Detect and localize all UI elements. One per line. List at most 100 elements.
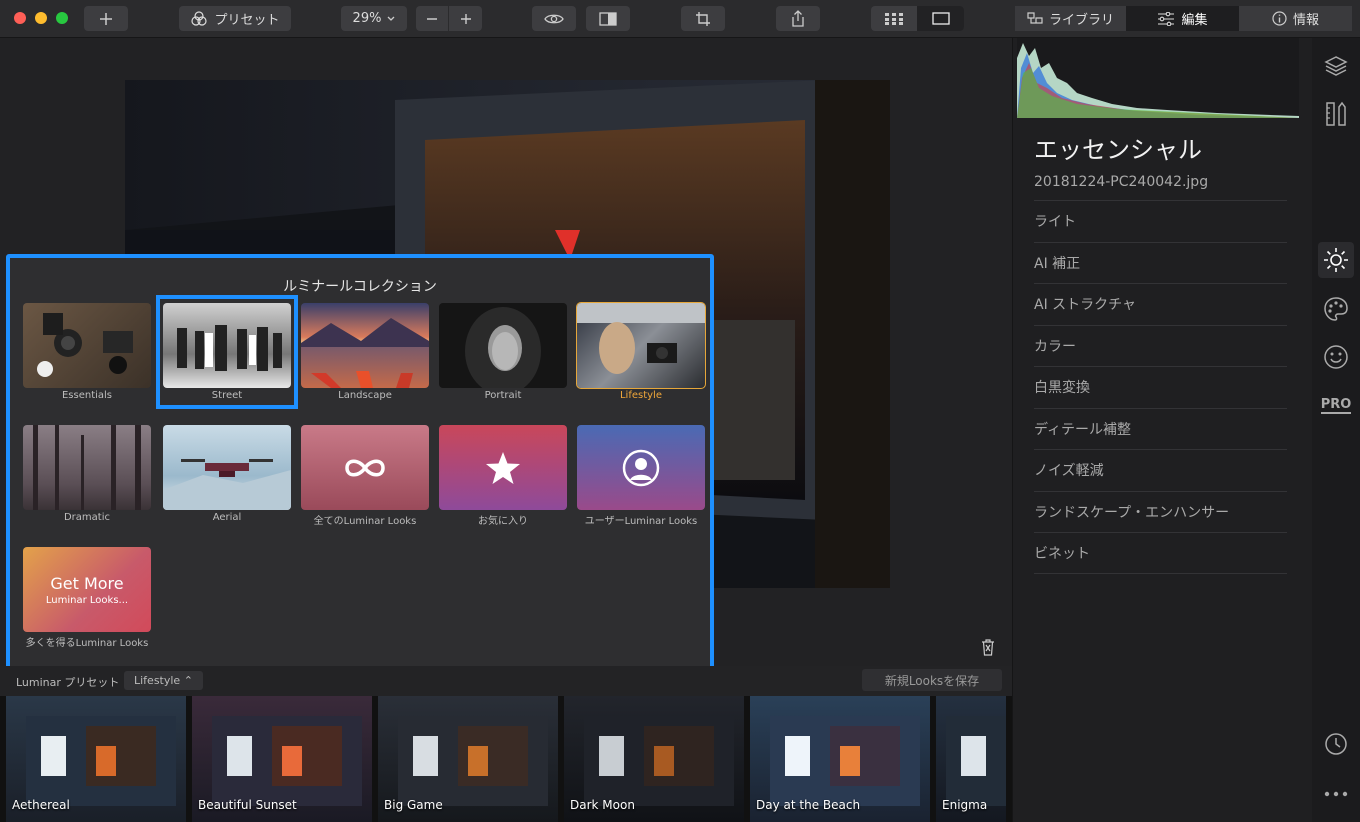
preset-thumbnail-beautiful-sunset[interactable]: Beautiful Sunset — [192, 696, 372, 822]
grid-view-button[interactable] — [871, 6, 917, 31]
eye-icon — [544, 14, 564, 23]
crop-button[interactable] — [681, 6, 725, 31]
infinity-icon — [345, 459, 385, 476]
preview-button[interactable] — [532, 6, 576, 31]
preset-thumbnail-enigma[interactable]: Enigma — [936, 696, 1006, 822]
tab-library[interactable]: ライブラリ — [1015, 6, 1126, 31]
tile-label: Lifestyle — [619, 390, 662, 401]
tool-sidebar: PRO — [1312, 38, 1360, 822]
section-vignette[interactable]: ビネット — [1034, 532, 1287, 574]
tile-label: お気に入り — [478, 516, 528, 527]
section-landscape-enhancer[interactable]: ランドスケープ・エンハンサー — [1034, 490, 1287, 533]
library-icon — [1027, 11, 1043, 24]
look-tile-aerial[interactable]: Aerial — [163, 425, 291, 523]
section-color[interactable]: カラー — [1034, 324, 1287, 367]
preset-name: Day at the Beach — [756, 798, 861, 812]
share-button[interactable] — [776, 6, 820, 31]
save-looks-button[interactable]: 新規Looksを保存 — [862, 669, 1002, 691]
look-tile-get-more[interactable]: Get More Luminar Looks... 多くを得るLuminar L… — [23, 547, 151, 649]
tile-label: ユーザーLuminar Looks — [584, 516, 698, 527]
tab-edit[interactable]: 編集 — [1126, 6, 1239, 31]
look-tile-favorites[interactable]: お気に入り — [439, 425, 567, 527]
plus-icon — [100, 12, 112, 25]
layers-button[interactable] — [1318, 48, 1354, 84]
preset-thumbnail-aethereal[interactable]: Aethereal — [6, 696, 186, 822]
zoom-stepper — [416, 6, 482, 31]
look-tile-lifestyle[interactable]: Lifestyle — [576, 302, 706, 401]
panel-title: エッセンシャル — [1034, 136, 1202, 164]
palette-icon — [1324, 297, 1348, 321]
presets-icon — [191, 10, 208, 26]
all-looks-thumbnail — [301, 425, 429, 510]
maximize-window-button[interactable] — [56, 12, 68, 24]
layers-icon — [1324, 56, 1348, 76]
preset-name: Aethereal — [12, 798, 70, 812]
get-more-subtitle: Luminar Looks... — [45, 594, 129, 606]
histogram — [1017, 38, 1299, 118]
look-tile-essentials[interactable]: Essentials — [23, 303, 151, 401]
single-image-icon — [931, 12, 950, 25]
tab-library-label: ライブラリ — [1048, 13, 1114, 28]
tile-label: 多くを得るLuminar Looks — [25, 638, 149, 649]
toolbar: プリセット 29% ライブラリ 編集 情報 — [0, 0, 1360, 38]
preset-name: Enigma — [942, 798, 988, 812]
tile-label: Portrait — [484, 390, 522, 401]
minimize-window-button[interactable] — [35, 12, 47, 24]
plus-icon — [460, 13, 471, 24]
get-more-title: Get More — [50, 573, 124, 593]
portrait-button[interactable] — [1318, 339, 1354, 375]
preset-thumbnail-dark-moon[interactable]: Dark Moon — [564, 696, 744, 822]
sliders-icon — [1158, 11, 1175, 26]
compare-button[interactable] — [586, 6, 630, 31]
canvas-tools-button[interactable] — [1318, 96, 1354, 132]
look-tile-landscape[interactable]: Landscape — [301, 303, 429, 401]
more-button[interactable] — [1318, 776, 1354, 812]
tab-info-label: 情報 — [1292, 13, 1319, 28]
essentials-button[interactable] — [1318, 242, 1354, 278]
pro-button[interactable]: PRO — [1318, 388, 1354, 424]
luminar-collection-popup: ルミナールコレクション Essentials Street Landscape … — [6, 254, 714, 678]
section-light[interactable]: ライト — [1034, 200, 1287, 242]
preset-thumbnail-big-game[interactable]: Big Game — [378, 696, 558, 822]
section-detail-enhancer[interactable]: ディテール補整 — [1034, 407, 1287, 450]
trash-icon[interactable] — [980, 638, 996, 656]
section-ai-enhance[interactable]: AI 補正 — [1034, 241, 1287, 284]
split-view-icon — [599, 11, 617, 26]
dramatic-thumbnail — [23, 425, 151, 510]
look-tile-dramatic[interactable]: Dramatic — [23, 425, 151, 523]
section-bw-conversion[interactable]: 白黒変換 — [1034, 366, 1287, 408]
star-icon — [486, 451, 520, 484]
minus-icon — [427, 17, 437, 20]
zoom-value: 29% — [352, 11, 382, 26]
zoom-out-button[interactable] — [416, 6, 449, 31]
tab-info[interactable]: 情報 — [1239, 6, 1352, 31]
presets-label: プリセット — [214, 13, 280, 28]
clock-icon — [1325, 733, 1347, 755]
single-view-button[interactable] — [917, 6, 964, 31]
tab-edit-label: 編集 — [1181, 13, 1208, 28]
creative-button[interactable] — [1318, 291, 1354, 327]
preset-bar-label: Luminar プリセット — [16, 676, 120, 689]
presets-button[interactable]: プリセット — [179, 6, 291, 31]
sun-icon — [1324, 248, 1348, 272]
preset-filmstrip: Aethereal Beautiful Sunset Big Game Dark… — [0, 696, 1012, 822]
look-tile-portrait[interactable]: Portrait — [439, 303, 567, 401]
preset-thumbnail-day-at-the-beach[interactable]: Day at the Beach — [750, 696, 930, 822]
look-tile-user-looks[interactable]: ユーザーLuminar Looks — [577, 425, 705, 527]
zoom-select[interactable]: 29% — [341, 6, 407, 31]
info-icon — [1272, 11, 1287, 26]
section-denoise[interactable]: ノイズ軽減 — [1034, 449, 1287, 491]
portrait-thumbnail — [439, 303, 567, 388]
section-ai-structure[interactable]: AI ストラクチャ — [1034, 283, 1287, 325]
tile-label: Aerial — [212, 512, 242, 523]
add-image-button[interactable] — [84, 6, 128, 31]
look-tile-all-looks[interactable]: 全てのLuminar Looks — [301, 425, 429, 527]
preset-category-select[interactable]: Lifestyle ⌃ — [124, 671, 203, 690]
preset-name: Big Game — [384, 798, 443, 812]
close-window-button[interactable] — [14, 12, 26, 24]
tile-label: Landscape — [338, 390, 392, 401]
edit-panel: エッセンシャル 20181224-PC240042.jpg ライト AI 補正 … — [1012, 38, 1312, 822]
history-button[interactable] — [1318, 726, 1354, 762]
mode-tabs: ライブラリ 編集 情報 — [1015, 6, 1352, 31]
zoom-in-button[interactable] — [449, 6, 482, 31]
